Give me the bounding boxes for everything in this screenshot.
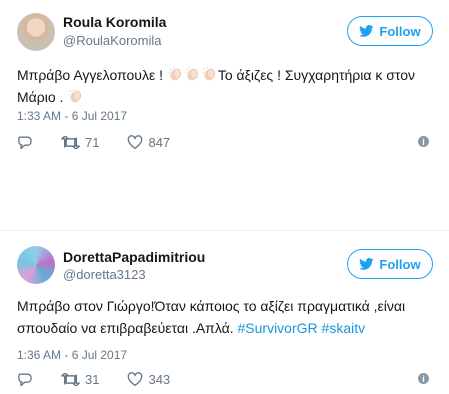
tweet-card: DorettaPapadimitriou @doretta3123 Follow… [0, 232, 449, 394]
retweet-action[interactable]: 31 [61, 372, 99, 387]
tweet-text: Μπράβο Αγγελοπουλε ! Το άξιζες ! Συγχαρη… [17, 64, 437, 108]
tweet-text: Μπράβο στον Γιώργο!Όταν κάποιος το αξίζε… [17, 295, 437, 339]
divider [0, 230, 449, 231]
reply-action[interactable] [17, 135, 33, 150]
author-handle[interactable]: @doretta3123 [63, 267, 146, 282]
twitter-bird-icon [359, 258, 374, 270]
hashtag-link[interactable]: #skaitv [322, 320, 366, 336]
like-action[interactable]: 847 [127, 135, 170, 150]
author-handle[interactable]: @RoulaKoromila [63, 33, 161, 48]
tweet-actions: 71 847 [17, 133, 198, 151]
author-name[interactable]: DorettaPapadimitriou [63, 249, 205, 265]
reply-icon [18, 136, 32, 149]
retweet-count: 71 [85, 134, 100, 150]
clapping-hands-emoji [202, 67, 215, 81]
avatar[interactable] [17, 13, 55, 51]
retweet-icon [61, 372, 80, 386]
retweet-action[interactable]: 71 [61, 135, 99, 150]
follow-label: Follow [379, 23, 421, 39]
tweet-actions: 31 343 [17, 370, 198, 388]
tweet-text-part: Μπράβο Αγγελοπουλε ! [17, 67, 163, 83]
avatar[interactable] [17, 246, 55, 284]
like-count: 847 [148, 134, 171, 150]
heart-icon [128, 135, 143, 149]
follow-button[interactable]: Follow [347, 249, 433, 279]
follow-button[interactable]: Follow [347, 16, 433, 46]
tweet-timestamp[interactable]: 1:33 AM - 6 Jul 2017 [17, 109, 127, 123]
retweet-count: 31 [85, 371, 100, 387]
clapping-hands-emoji [168, 67, 181, 81]
heart-icon [128, 372, 143, 386]
clapping-hands-emoji [185, 67, 198, 81]
tweet-timestamp[interactable]: 1:36 AM - 6 Jul 2017 [17, 348, 127, 362]
info-icon[interactable]: i [418, 136, 429, 147]
hashtag-link[interactable]: #SurvivorGR [238, 320, 318, 336]
twitter-bird-icon [359, 25, 374, 37]
tweet-card: Roula Koromila @RoulaKoromila Follow Μπρ… [0, 0, 449, 170]
like-count: 343 [148, 371, 171, 387]
info-icon[interactable]: i [418, 373, 429, 384]
clapping-hands-emoji [68, 89, 82, 103]
like-action[interactable]: 343 [127, 372, 170, 387]
reply-icon [18, 373, 32, 386]
reply-action[interactable] [17, 372, 33, 387]
follow-label: Follow [379, 256, 421, 272]
retweet-icon [61, 135, 80, 149]
author-name[interactable]: Roula Koromila [63, 14, 166, 30]
